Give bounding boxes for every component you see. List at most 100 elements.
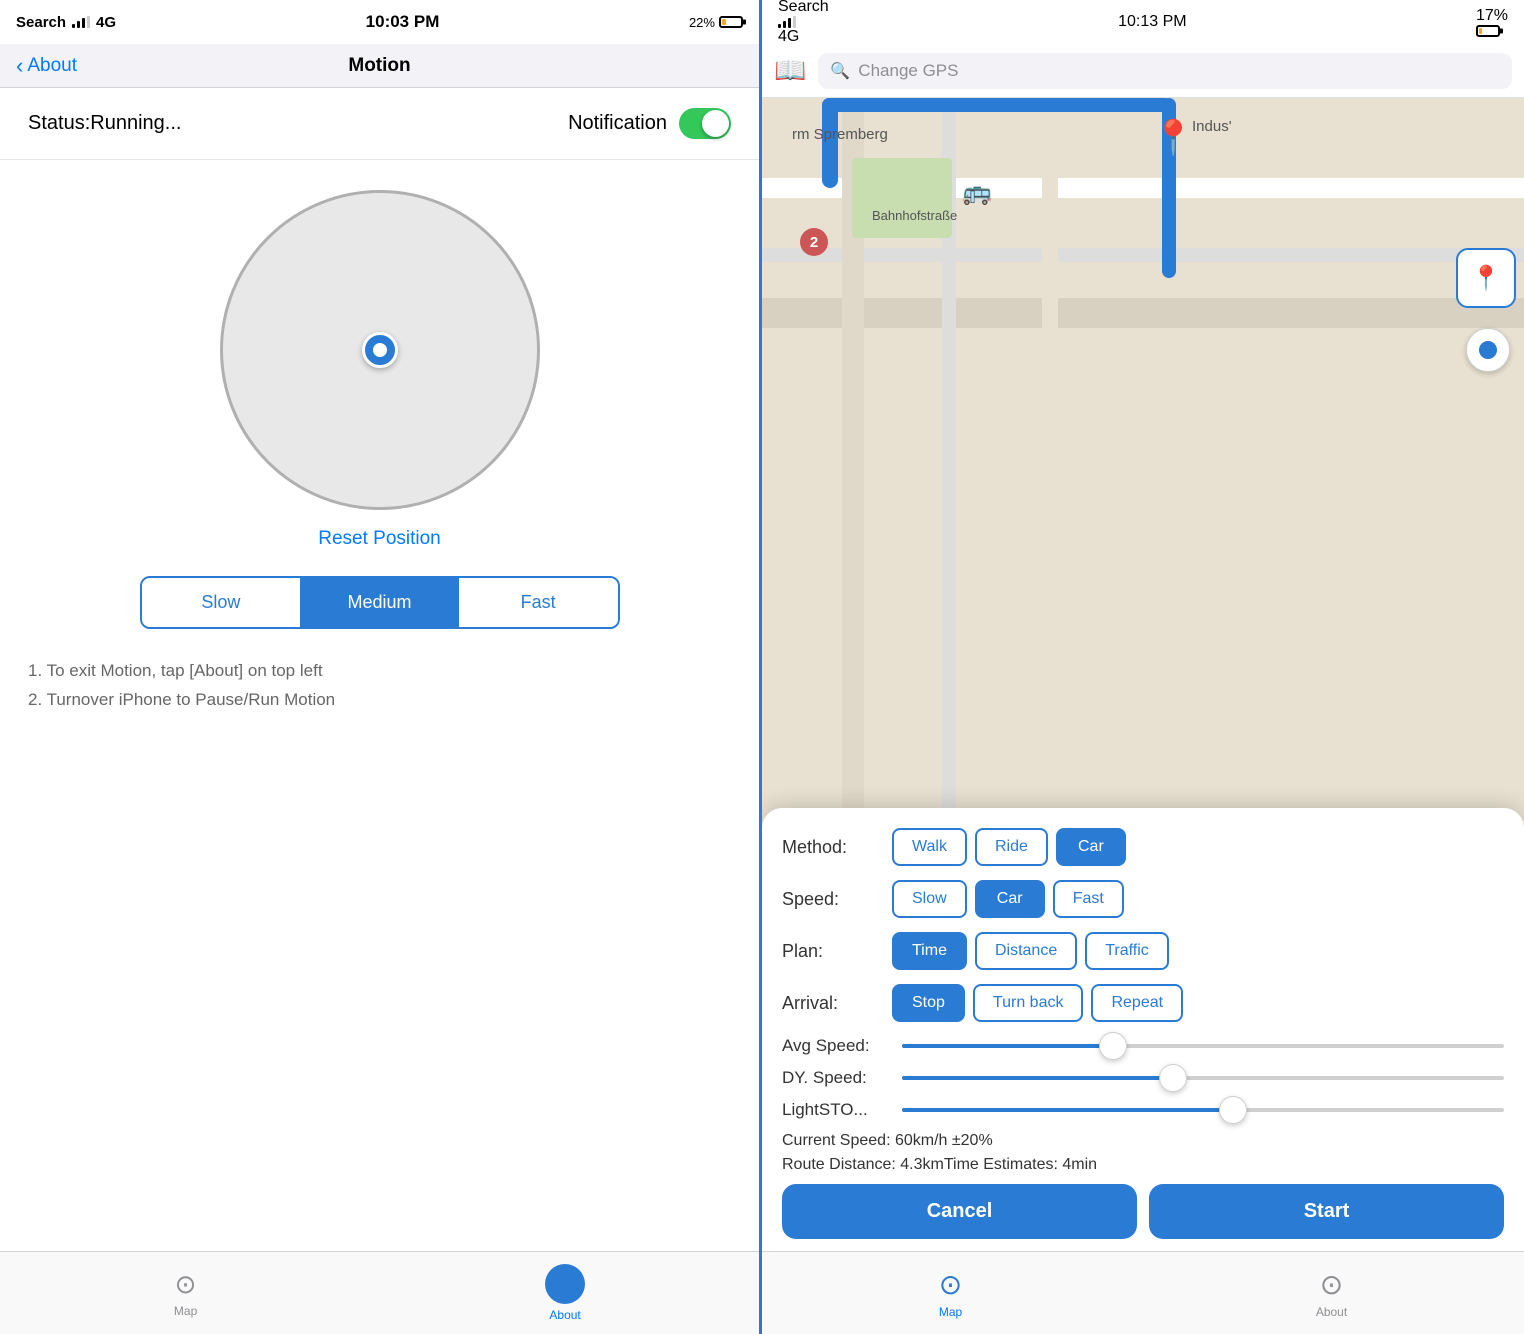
speed-fast-left[interactable]: Fast	[459, 578, 618, 627]
joystick-circle[interactable]	[220, 190, 540, 510]
status-text: Status:Running...	[28, 112, 181, 135]
arrival-btn-group: Stop Turn back Repeat	[892, 984, 1183, 1022]
avg-speed-label: Avg Speed:	[782, 1036, 902, 1056]
speed-slow[interactable]: Slow	[892, 880, 967, 918]
speed-car[interactable]: Car	[975, 880, 1045, 918]
battery-fill-left	[722, 19, 727, 25]
time-right: 10:13 PM	[1118, 13, 1186, 31]
book-icon[interactable]: 📖	[774, 55, 806, 86]
dy-speed-row: DY. Speed:	[782, 1068, 1504, 1088]
plan-time[interactable]: Time	[892, 932, 967, 970]
speed-fast[interactable]: Fast	[1053, 880, 1124, 918]
speed-slow-left[interactable]: Slow	[142, 578, 301, 627]
battery-right: 17%	[1476, 7, 1508, 37]
plan-btn-group: Time Distance Traffic	[892, 932, 1169, 970]
avg-speed-fill	[902, 1044, 1113, 1048]
speed-btn-group: Slow Car Fast	[892, 880, 1124, 918]
bar3	[82, 18, 85, 28]
arrival-label: Arrival:	[782, 993, 892, 1014]
arrival-row: Arrival: Stop Turn back Repeat	[782, 984, 1504, 1022]
bar3r	[788, 18, 791, 28]
light-thumb[interactable]	[1219, 1096, 1247, 1124]
light-track[interactable]	[902, 1108, 1504, 1112]
carrier-label-right: Search	[778, 0, 829, 15]
map-tab-label-right: Map	[939, 1305, 962, 1319]
method-walk[interactable]: Walk	[892, 828, 967, 866]
cancel-button[interactable]: Cancel	[782, 1184, 1137, 1239]
bar4	[87, 16, 90, 28]
method-row: Method: Walk Ride Car	[782, 828, 1504, 866]
light-label: LightSTO...	[782, 1100, 902, 1120]
map-road-h3	[762, 298, 1524, 328]
notification-toggle[interactable]	[679, 108, 731, 139]
map-label-spremberg: rm Spremberg	[792, 126, 888, 143]
search-input-container[interactable]: 🔍 Change GPS	[818, 53, 1512, 89]
speed-label: Speed:	[782, 889, 892, 910]
battery-left: 22%	[689, 15, 743, 30]
about-tab-label-left: About	[549, 1308, 580, 1322]
dy-speed-thumb[interactable]	[1159, 1064, 1187, 1092]
signal-bars-left	[72, 16, 90, 28]
plan-traffic[interactable]: Traffic	[1085, 932, 1169, 970]
tab-map-right[interactable]: ⊙ Map	[939, 1268, 962, 1319]
map-route-h	[822, 98, 1172, 112]
numbered-pin: 2	[800, 228, 828, 256]
avg-speed-track[interactable]	[902, 1044, 1504, 1048]
bar1	[72, 24, 75, 28]
gps-search-input[interactable]: Change GPS	[858, 61, 958, 81]
method-car[interactable]: Car	[1056, 828, 1126, 866]
joystick-dot-inner	[373, 343, 387, 357]
light-row: LightSTO...	[782, 1100, 1504, 1120]
arrival-turnback[interactable]: Turn back	[973, 984, 1084, 1022]
instruction-1: 1. To exit Motion, tap [About] on top le…	[28, 657, 731, 686]
arrival-stop[interactable]: Stop	[892, 984, 965, 1022]
carrier-right: Search 4G	[778, 0, 829, 46]
notification-row: Notification	[568, 108, 731, 139]
battery-icon-right	[1476, 25, 1500, 37]
route-panel: Method: Walk Ride Car Speed: Slow Car Fa…	[762, 808, 1524, 1251]
start-button[interactable]: Start	[1149, 1184, 1504, 1239]
instruction-2: 2. Turnover iPhone to Pause/Run Motion	[28, 686, 731, 715]
tab-about-right[interactable]: ⊙ About	[1316, 1268, 1347, 1319]
search-bar-right: 📖 🔍 Change GPS	[762, 44, 1524, 98]
map-area[interactable]: rm Spremberg Bahnhofstraße Indus' 📍 2 🚌 …	[762, 98, 1524, 1251]
battery-pct-left: 22%	[689, 15, 715, 30]
plan-row: Plan: Time Distance Traffic	[782, 932, 1504, 970]
route-icon-button[interactable]: 📍	[1456, 248, 1516, 308]
battery-icon-left	[719, 16, 743, 28]
method-label: Method:	[782, 837, 892, 858]
bar2r	[783, 21, 786, 28]
page-title: Motion	[348, 55, 410, 77]
left-panel: Search 4G 10:03 PM 22% ‹ About Motion St…	[0, 0, 762, 1334]
plan-distance[interactable]: Distance	[975, 932, 1077, 970]
current-speed-info: Current Speed: 60km/h ±20%	[782, 1132, 1504, 1150]
avg-speed-thumb[interactable]	[1099, 1032, 1127, 1060]
map-tab-icon-right: ⊙	[939, 1268, 962, 1301]
speed-medium-left[interactable]: Medium	[300, 578, 459, 627]
back-button[interactable]: ‹ About	[16, 53, 77, 79]
joystick-dot	[362, 332, 398, 368]
tab-map-left[interactable]: ⊙ Map	[174, 1269, 197, 1318]
status-bar-right: Search 4G 10:13 PM 17%	[762, 0, 1524, 44]
signal-bars-right	[778, 16, 829, 28]
speed-selector-left: Slow Medium Fast	[140, 576, 620, 629]
bar2	[77, 21, 80, 28]
light-fill	[902, 1108, 1233, 1112]
transit-icon: 🚌	[962, 178, 992, 207]
dy-speed-track[interactable]	[902, 1076, 1504, 1080]
back-chevron-icon: ‹	[16, 53, 23, 79]
reset-position-button[interactable]: Reset Position	[318, 528, 441, 550]
instructions: 1. To exit Motion, tap [About] on top le…	[0, 629, 759, 743]
bottom-tab-bar-right: ⊙ Map ⊙ About	[762, 1251, 1524, 1334]
joystick-area: Reset Position	[0, 160, 759, 576]
bottom-tab-bar-left: ⊙ Map About	[0, 1251, 759, 1334]
method-ride[interactable]: Ride	[975, 828, 1048, 866]
carrier-label-left: Search	[16, 14, 66, 31]
back-label: About	[27, 55, 77, 77]
arrival-repeat[interactable]: Repeat	[1091, 984, 1183, 1022]
location-button[interactable]	[1466, 328, 1510, 372]
map-tab-label-left: Map	[174, 1304, 197, 1318]
route-distance-info: Route Distance: 4.3kmTime Estimates: 4mi…	[782, 1156, 1504, 1174]
about-tab-label-right: About	[1316, 1305, 1347, 1319]
tab-about-left[interactable]: About	[545, 1264, 585, 1322]
